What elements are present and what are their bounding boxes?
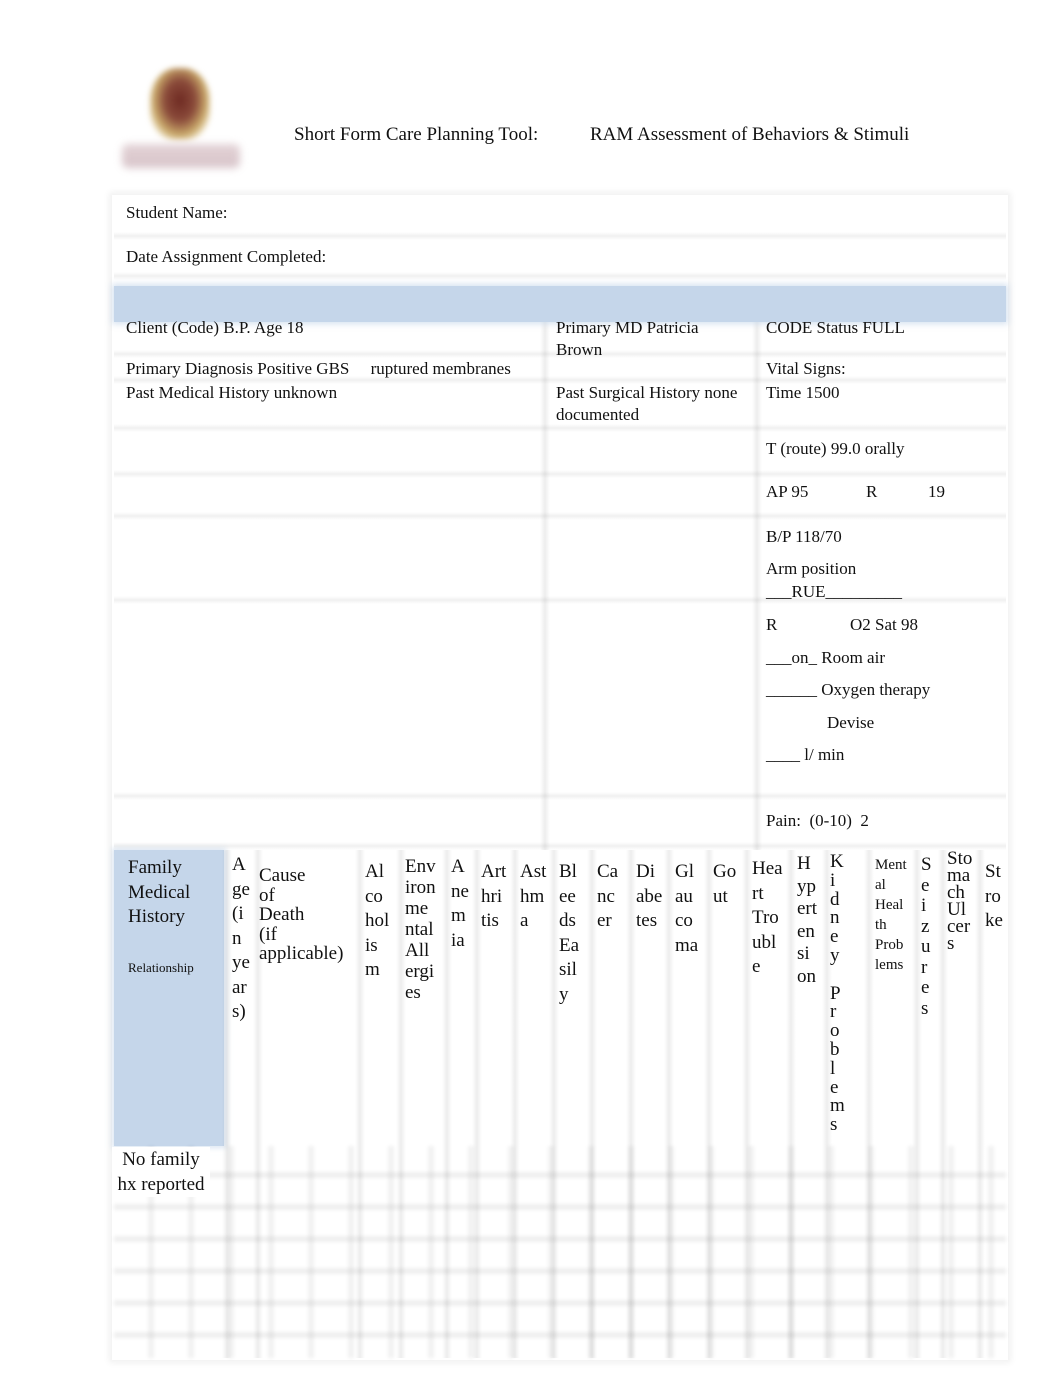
family-history-grid bbox=[114, 1146, 1006, 1358]
oxygen-flow-rate: ____ l/ min bbox=[766, 745, 845, 764]
column-header-kidney-problems: K i d n e y P r o b l e m s bbox=[830, 851, 845, 1136]
apical-pulse: AP 95 bbox=[766, 482, 809, 501]
column-header-hypertension: H yp ert en si on bbox=[797, 853, 818, 987]
student-name-label: Student Name: bbox=[126, 203, 228, 222]
family-history-title: Family Medical History bbox=[128, 857, 191, 927]
column-divider bbox=[540, 322, 550, 850]
primary-diagnosis: Primary Diagnosis Positive GBS ruptured … bbox=[126, 359, 511, 378]
r-label-2: R bbox=[766, 615, 778, 634]
respirations-value: 19 bbox=[928, 482, 945, 501]
student-name-field[interactable] bbox=[250, 200, 990, 226]
temperature: T (route) 99.0 orally bbox=[766, 439, 905, 458]
column-header-anemia: A ne m ia bbox=[451, 856, 469, 951]
column-header-heart-trouble: Hea rt Tro ubl e bbox=[752, 858, 783, 977]
school-crest-logo-icon bbox=[116, 62, 246, 177]
vital-signs-label: Vital Signs: bbox=[766, 359, 846, 378]
column-header-stroke: St ro ke bbox=[985, 861, 1003, 931]
date-completed-label: Date Assignment Completed: bbox=[126, 247, 327, 266]
column-header-arthritis: Art hri tis bbox=[481, 861, 507, 931]
column-header-environmental-allergies: Env iron me ntal All ergi es bbox=[405, 856, 436, 1003]
past-surgical-history: Past Surgical History none documented bbox=[556, 383, 738, 424]
arm-position-label: Arm position bbox=[766, 559, 857, 578]
family-history-entry: No family hx reported bbox=[112, 1147, 210, 1197]
crest-shape bbox=[150, 68, 210, 140]
column-divider bbox=[752, 322, 762, 850]
column-header-stomach-ulcers: Sto ma ch Ul cer s bbox=[947, 848, 973, 954]
row-divider bbox=[114, 470, 1006, 478]
respirations-label: R bbox=[866, 482, 878, 501]
form-subtitle: RAM Assessment of Behaviors & Stimuli bbox=[590, 124, 910, 145]
past-medical-history: Past Medical History unknown bbox=[126, 383, 338, 402]
form-title: Short Form Care Planning Tool: bbox=[294, 124, 539, 145]
column-header-diabetes: Di abe tes bbox=[636, 861, 663, 931]
column-header-gout: Go ut bbox=[713, 861, 737, 907]
column-header-glaucoma: Gl au co ma bbox=[675, 861, 699, 956]
row-divider bbox=[114, 272, 1006, 280]
column-header-asthma: Ast hm a bbox=[520, 861, 547, 931]
room-air: ___on_ Room air bbox=[766, 648, 885, 667]
column-header-cause-of-death: Cause of Death (if applicable) bbox=[259, 865, 344, 964]
column-header-age: A ge (i n ye ar s) bbox=[232, 854, 250, 1022]
o2-saturation: O2 Sat 98 bbox=[850, 615, 918, 634]
column-header-seizures: S e i z u r e s bbox=[921, 854, 932, 1019]
row-divider bbox=[114, 792, 1006, 800]
vitals-time: Time 1500 bbox=[766, 383, 840, 402]
oxygen-device: Devise bbox=[827, 713, 875, 732]
crest-banner bbox=[122, 144, 240, 168]
column-header-cancer: Ca nc er bbox=[597, 861, 619, 931]
arm-position-value: ___RUE_________ bbox=[766, 582, 902, 601]
code-status: CODE Status FULL bbox=[766, 318, 905, 337]
primary-md: Primary MD Patricia Brown bbox=[556, 318, 699, 359]
column-header-mental-health-problems: Ment al Heal th Prob lems bbox=[875, 857, 907, 973]
column-header-alcoholism: Al co hol is m bbox=[365, 861, 390, 980]
column-header-bleeds-easily: Bl ee ds Ea sil y bbox=[559, 861, 580, 1005]
date-completed-field[interactable] bbox=[360, 244, 990, 270]
blood-pressure: B/P 118/70 bbox=[766, 527, 842, 546]
row-divider bbox=[114, 842, 1006, 850]
pain-score: Pain: (0-10) 2 bbox=[766, 811, 869, 830]
relationship-label: Relationship bbox=[128, 960, 194, 975]
oxygen-therapy: ______ Oxygen therapy bbox=[766, 680, 931, 699]
row-divider bbox=[114, 512, 1006, 520]
row-divider bbox=[114, 232, 1006, 240]
client-code: Client (Code) B.P. Age 18 bbox=[126, 318, 304, 337]
